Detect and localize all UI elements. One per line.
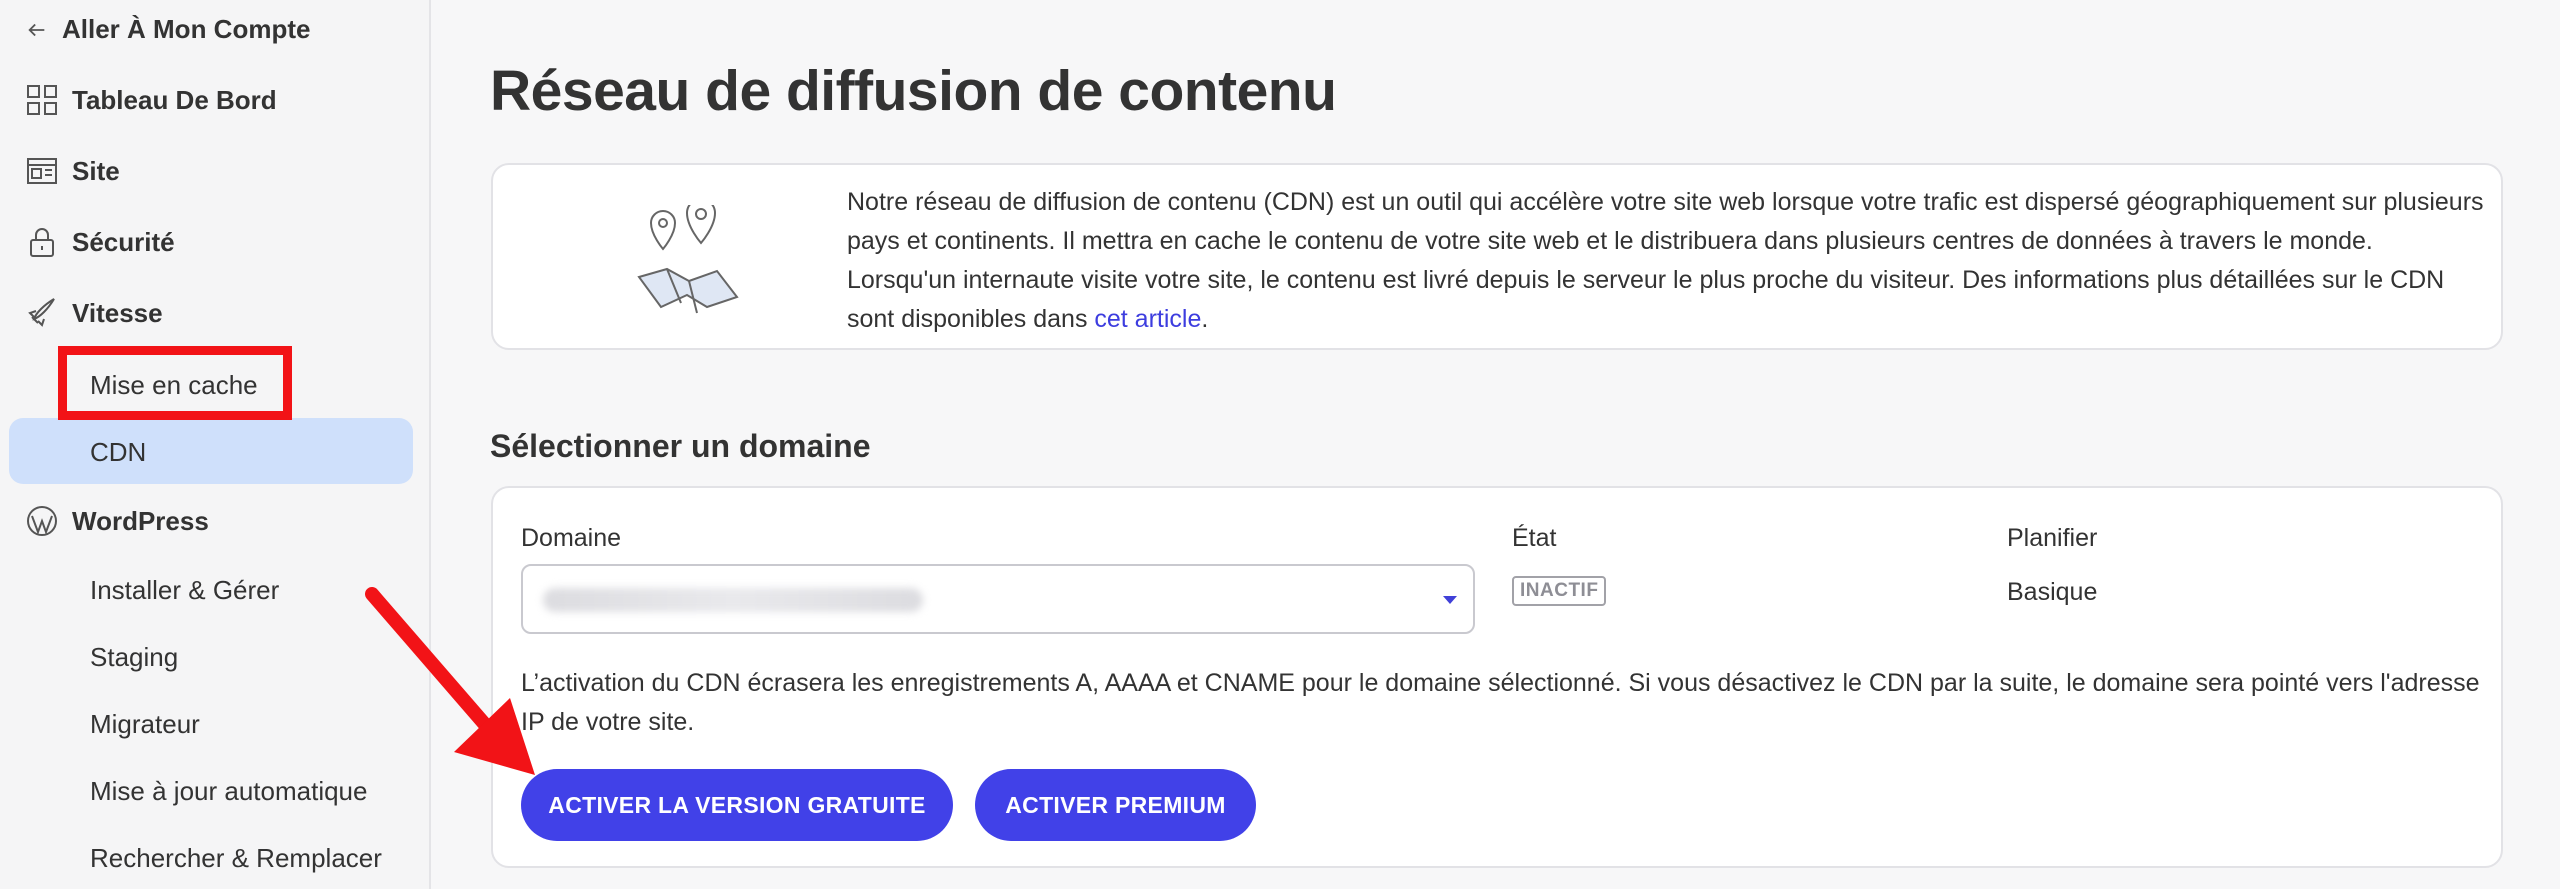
sidebar-item-wordpress[interactable]: WordPress xyxy=(26,505,209,537)
sidebar-item-migrator[interactable]: Migrateur xyxy=(90,709,200,740)
active-item-background xyxy=(9,418,413,484)
sidebar-item-speed[interactable]: Vitesse xyxy=(26,297,163,329)
site-icon xyxy=(26,155,58,187)
article-link[interactable]: cet article xyxy=(1094,305,1201,333)
plan-column-label: Planifier xyxy=(2007,524,2098,552)
sidebar-item-label: Sécurité xyxy=(72,226,175,257)
sidebar-item-dashboard[interactable]: Tableau De Bord xyxy=(26,84,277,116)
annotation-arrow xyxy=(365,587,535,775)
sidebar-item-label: Site xyxy=(72,155,120,186)
description-end: . xyxy=(1201,305,1209,333)
blurred-domain-value xyxy=(543,588,923,612)
map-pins-icon xyxy=(637,205,739,314)
sidebar-item-staging[interactable]: Staging xyxy=(90,642,178,673)
sidebar-item-label: WordPress xyxy=(72,505,209,536)
cdn-description: Notre réseau de diffusion de contenu (CD… xyxy=(847,183,2487,339)
annotation-highlight-box xyxy=(58,346,292,420)
rocket-icon xyxy=(26,297,58,329)
status-badge: INACTIF xyxy=(1512,576,1607,606)
sidebar-item-search-replace[interactable]: Rechercher & Remplacer xyxy=(90,843,382,874)
description-text: Notre réseau de diffusion de contenu (CD… xyxy=(847,188,2484,333)
sidebar-item-install-manage[interactable]: Installer & Gérer xyxy=(90,575,279,606)
sidebar-item-label: Tableau De Bord xyxy=(72,84,277,115)
info-card: Notre réseau de diffusion de contenu (CD… xyxy=(491,163,2503,350)
domain-card: Domaine État Planifier INACTIF Basique L… xyxy=(491,486,2503,868)
arrow-left-icon xyxy=(28,23,45,36)
sidebar-item-site[interactable]: Site xyxy=(26,155,120,187)
domain-select[interactable] xyxy=(521,564,1475,634)
wordpress-icon xyxy=(26,505,58,537)
sidebar-item-cdn[interactable]: CDN xyxy=(90,437,146,468)
domain-column-label: Domaine xyxy=(521,524,622,552)
back-label: Aller À Mon Compte xyxy=(62,14,311,44)
section-title: Sélectionner un domaine xyxy=(490,428,871,464)
sidebar-item-label: Vitesse xyxy=(72,297,163,328)
cdn-warning-text: L’activation du CDN écrasera les enregis… xyxy=(521,669,2480,736)
chevron-down-icon xyxy=(1443,596,1457,604)
grid-icon xyxy=(26,84,58,116)
state-column-label: État xyxy=(1512,524,1557,552)
activate-premium-button[interactable]: ACTIVER PREMIUM xyxy=(975,769,1256,841)
lock-icon xyxy=(26,226,58,258)
back-to-account-link[interactable]: Aller À Mon Compte xyxy=(26,14,310,45)
plan-value: Basique xyxy=(2007,578,2098,606)
sidebar-item-autoupdate[interactable]: Mise à jour automatique xyxy=(90,776,367,807)
page-title: Réseau de diffusion de contenu xyxy=(490,59,1337,123)
activate-free-button[interactable]: ACTIVER LA VERSION GRATUITE xyxy=(521,769,953,841)
sidebar-item-security[interactable]: Sécurité xyxy=(26,226,175,258)
